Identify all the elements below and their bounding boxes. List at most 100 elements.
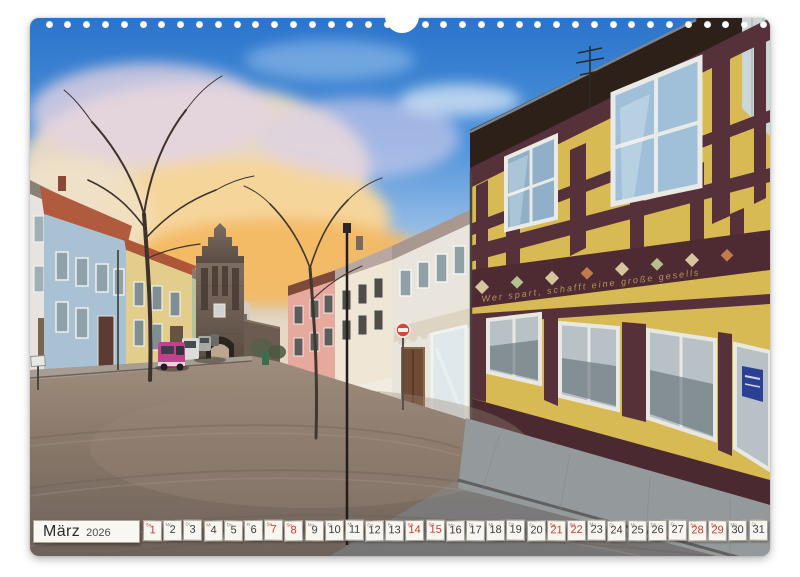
calendar-day-cell: Mi.18 [486, 520, 505, 541]
utility-box [262, 352, 269, 365]
weekday-abbrev: Sa. [549, 522, 556, 527]
weekday-abbrev: Do. [509, 521, 516, 526]
punch-hole [666, 21, 673, 28]
weekday-abbrev: So. [146, 522, 153, 527]
punch-hole [121, 21, 128, 28]
punch-hole [534, 21, 541, 28]
calendar-day-cell: Fr.27 [668, 520, 687, 541]
calendar-day-cell: Fr.13 [385, 520, 405, 541]
punch-hole [290, 21, 297, 28]
punch-hole [722, 21, 729, 28]
punch-hole [234, 21, 241, 28]
calendar-day-cell: Mo.23 [587, 520, 606, 541]
weekday-abbrev: Fr. [388, 522, 393, 527]
weekday-abbrev: So. [569, 522, 576, 527]
punch-hole [440, 21, 447, 28]
punch-hole [365, 21, 372, 28]
calendar-day-cell: Di.3 [183, 520, 202, 541]
punch-hole [46, 21, 53, 28]
punch-hole [422, 21, 429, 28]
calendar-day-cell: Fr.20 [526, 520, 546, 541]
punch-hole [572, 21, 579, 28]
weekday-abbrev: Mi. [206, 522, 212, 527]
punch-hole [478, 21, 485, 28]
calendar-day-cell: Di.31 [749, 520, 768, 541]
calendar-day-cell: Sa.28 [688, 520, 708, 541]
punch-hole [647, 21, 654, 28]
punch-hole [628, 21, 635, 28]
weekday-abbrev: Mo. [166, 521, 174, 526]
punch-hole [516, 21, 523, 28]
weekday-abbrev: Mi. [489, 522, 495, 527]
calendar-day-cell: So.1 [143, 520, 163, 541]
punch-hole [102, 21, 109, 28]
calendar-day-cell: So.8 [284, 520, 304, 541]
punch-hole [196, 21, 203, 28]
punch-hole [591, 21, 598, 28]
weekday-abbrev: Mo. [731, 521, 739, 526]
punch-hole [760, 21, 767, 28]
punch-hole [346, 21, 353, 28]
weekday-abbrev: Mi. [347, 521, 353, 526]
punch-hole [459, 21, 466, 28]
weekday-abbrev: Sa. [690, 522, 697, 527]
punch-hole [741, 21, 748, 28]
punch-hole [328, 21, 335, 28]
calendar-day-cell: So.29 [708, 520, 728, 541]
punch-hole [158, 21, 165, 28]
calendar-photo: Wer spart, schafft eine große gesells [30, 18, 770, 556]
punch-hole [610, 21, 617, 28]
wall-calendar-page: Wer spart, schafft eine große gesells [0, 0, 800, 577]
weekday-abbrev: Di. [327, 522, 333, 527]
month-label: März [43, 521, 80, 542]
calendar-day-cell: Mo.2 [163, 520, 182, 541]
weekday-abbrev: Di. [610, 522, 616, 527]
punch-hole [177, 21, 184, 28]
weekday-abbrev: Fr. [529, 522, 534, 527]
calendar-day-cell: Sa.7 [264, 520, 283, 541]
calendar-day-cell: Do.12 [365, 520, 385, 541]
weekday-abbrev: Fr. [670, 521, 675, 526]
calendar-day-cell: So.15 [426, 520, 445, 541]
weekday-abbrev: Do. [367, 522, 374, 527]
calendar-day-cell: Do.5 [224, 520, 244, 541]
year-label: 2026 [86, 527, 110, 539]
calendar-day-cell: Sa.21 [547, 520, 567, 541]
punch-hole [271, 21, 278, 28]
calendar-day-cell: Sa.14 [405, 520, 424, 541]
calendar-day-cell: Mi.25 [627, 520, 647, 541]
punch-hole [553, 21, 560, 28]
weekday-abbrev: Mi. [630, 522, 636, 527]
calendar-day-cell: Mi.11 [345, 520, 364, 541]
punch-hole [685, 21, 692, 28]
calendar-day-cell: Mi.4 [203, 520, 223, 541]
weekday-abbrev: Do. [226, 522, 233, 527]
punch-hole [252, 21, 259, 28]
weekday-abbrev: Do. [650, 522, 657, 527]
punch-hole [497, 21, 504, 28]
weekday-abbrev: So. [287, 522, 294, 527]
calendar-day-cell: Fr.6 [244, 520, 263, 541]
weekday-abbrev: Mo. [307, 522, 315, 527]
weekday-abbrev: Mo. [590, 521, 598, 526]
calendar-day-cell: Do.19 [506, 520, 525, 541]
weekday-abbrev: Sa. [267, 521, 274, 526]
calendar-day-cell: Do.26 [648, 520, 667, 541]
calendar-day-cell: So.22 [567, 520, 586, 541]
calendar-day-cell: Mo.9 [304, 520, 324, 541]
punch-hole [704, 21, 711, 28]
day-cells: So.1Mo.2Di.3Mi.4Do.5Fr.6Sa.7So.8Mo.9Di.1… [143, 520, 768, 541]
weekday-abbrev: Di. [186, 521, 192, 526]
calendar-day-cell: Mo.30 [728, 520, 747, 541]
weekday-abbrev: Sa. [408, 522, 415, 527]
weekday-abbrev: Mo. [448, 522, 456, 527]
calendar-day-cell: Mo.16 [446, 520, 466, 541]
weekday-abbrev: Fr. [246, 522, 251, 527]
calendar-strip: März 2026 So.1Mo.2Di.3Mi.4Do.5Fr.6Sa.7So… [33, 520, 768, 543]
weekday-abbrev: So. [428, 521, 435, 526]
calendar-day-cell: Di.10 [325, 520, 344, 541]
weekday-abbrev: Di. [751, 521, 757, 526]
punch-hole [309, 21, 316, 28]
punch-hole [83, 21, 90, 28]
month-box: März 2026 [33, 520, 140, 543]
